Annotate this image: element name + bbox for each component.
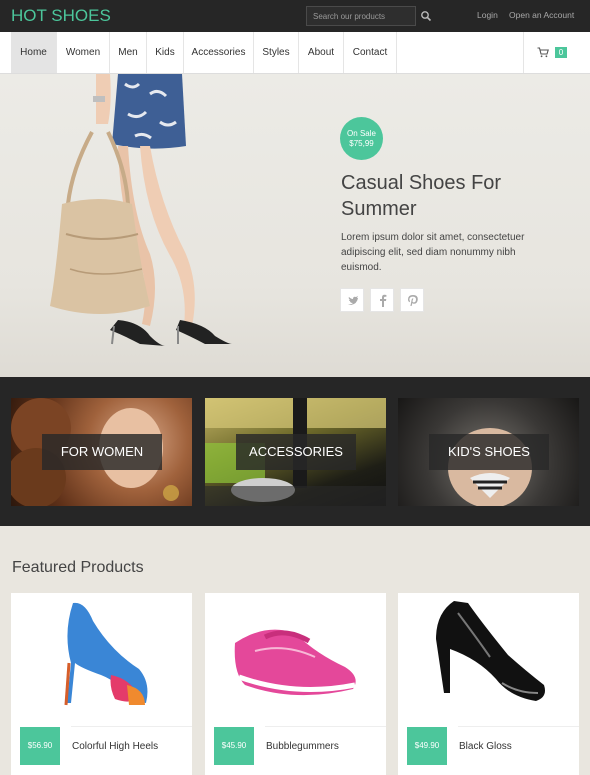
category-women[interactable]: FOR WOMEN xyxy=(11,398,192,506)
search-input[interactable]: Search our products xyxy=(306,6,416,26)
nav-item-kids[interactable]: Kids xyxy=(147,32,184,73)
hero-model-image xyxy=(50,74,232,346)
category-kids[interactable]: KID'S SHOES xyxy=(398,398,579,506)
category-accessories[interactable]: ACCESSORIES xyxy=(205,398,386,506)
price-tag: $45.90 xyxy=(214,727,254,765)
product-image[interactable] xyxy=(398,593,579,723)
cart-icon xyxy=(537,47,549,58)
nav-item-contact[interactable]: Contact xyxy=(344,32,397,73)
facebook-icon xyxy=(380,294,387,307)
product-image[interactable] xyxy=(205,593,386,723)
nav-item-men[interactable]: Men xyxy=(110,32,147,73)
nav-item-styles[interactable]: Styles xyxy=(254,32,299,73)
badge-label: On Sale xyxy=(347,129,376,138)
product-image[interactable] xyxy=(11,593,192,723)
twitter-icon xyxy=(348,296,358,305)
product-name[interactable]: Bubblegummers xyxy=(266,741,339,752)
product-card[interactable]: $56.90 Colorful High Heels xyxy=(11,593,192,775)
main-nav: Home Women Men Kids Accessories Styles A… xyxy=(0,32,590,74)
price-tag: $49.90 xyxy=(407,727,447,765)
top-bar: HOT SHOES Search our products Login Open… xyxy=(0,0,590,32)
product-name[interactable]: Black Gloss xyxy=(459,741,512,752)
product-card[interactable]: $49.90 Black Gloss xyxy=(398,593,579,775)
login-link[interactable]: Login xyxy=(477,10,498,20)
cart-count-badge: 0 xyxy=(555,47,567,58)
hero-description: Lorem ipsum dolor sit amet, consectetuer… xyxy=(341,232,525,273)
nav-item-home[interactable]: Home xyxy=(11,32,57,73)
category-label-women: FOR WOMEN xyxy=(42,434,162,470)
category-label-accessories: ACCESSORIES xyxy=(236,434,356,470)
product-name[interactable]: Colorful High Heels xyxy=(72,741,158,752)
divider xyxy=(265,726,386,727)
open-account-link[interactable]: Open an Account xyxy=(509,10,574,20)
divider xyxy=(458,726,579,727)
nav-item-accessories[interactable]: Accessories xyxy=(184,32,254,73)
site-logo[interactable]: HOT SHOES xyxy=(11,6,111,26)
badge-price: $75,99 xyxy=(349,139,374,148)
hero-title: Casual Shoes For Summer xyxy=(341,172,502,220)
pinterest-button[interactable] xyxy=(400,288,424,312)
product-card[interactable]: $45.90 Bubblegummers xyxy=(205,593,386,775)
search-icon[interactable] xyxy=(420,10,432,22)
twitter-button[interactable] xyxy=(340,288,364,312)
nav-item-about[interactable]: About xyxy=(299,32,344,73)
nav-item-women[interactable]: Women xyxy=(57,32,110,73)
on-sale-badge: On Sale $75,99 xyxy=(340,117,383,160)
hero-banner: On Sale $75,99 Casual Shoes For Summer L… xyxy=(0,74,590,377)
pinterest-icon xyxy=(408,295,418,306)
price-tag: $56.90 xyxy=(20,727,60,765)
category-strip: FOR WOMEN ACCESSORIES KID'S SHOES xyxy=(0,377,590,526)
facebook-button[interactable] xyxy=(370,288,394,312)
category-label-kids: KID'S SHOES xyxy=(429,434,549,470)
featured-title: Featured Products xyxy=(12,559,144,576)
divider xyxy=(71,726,192,727)
cart-button[interactable]: 0 xyxy=(523,32,590,73)
